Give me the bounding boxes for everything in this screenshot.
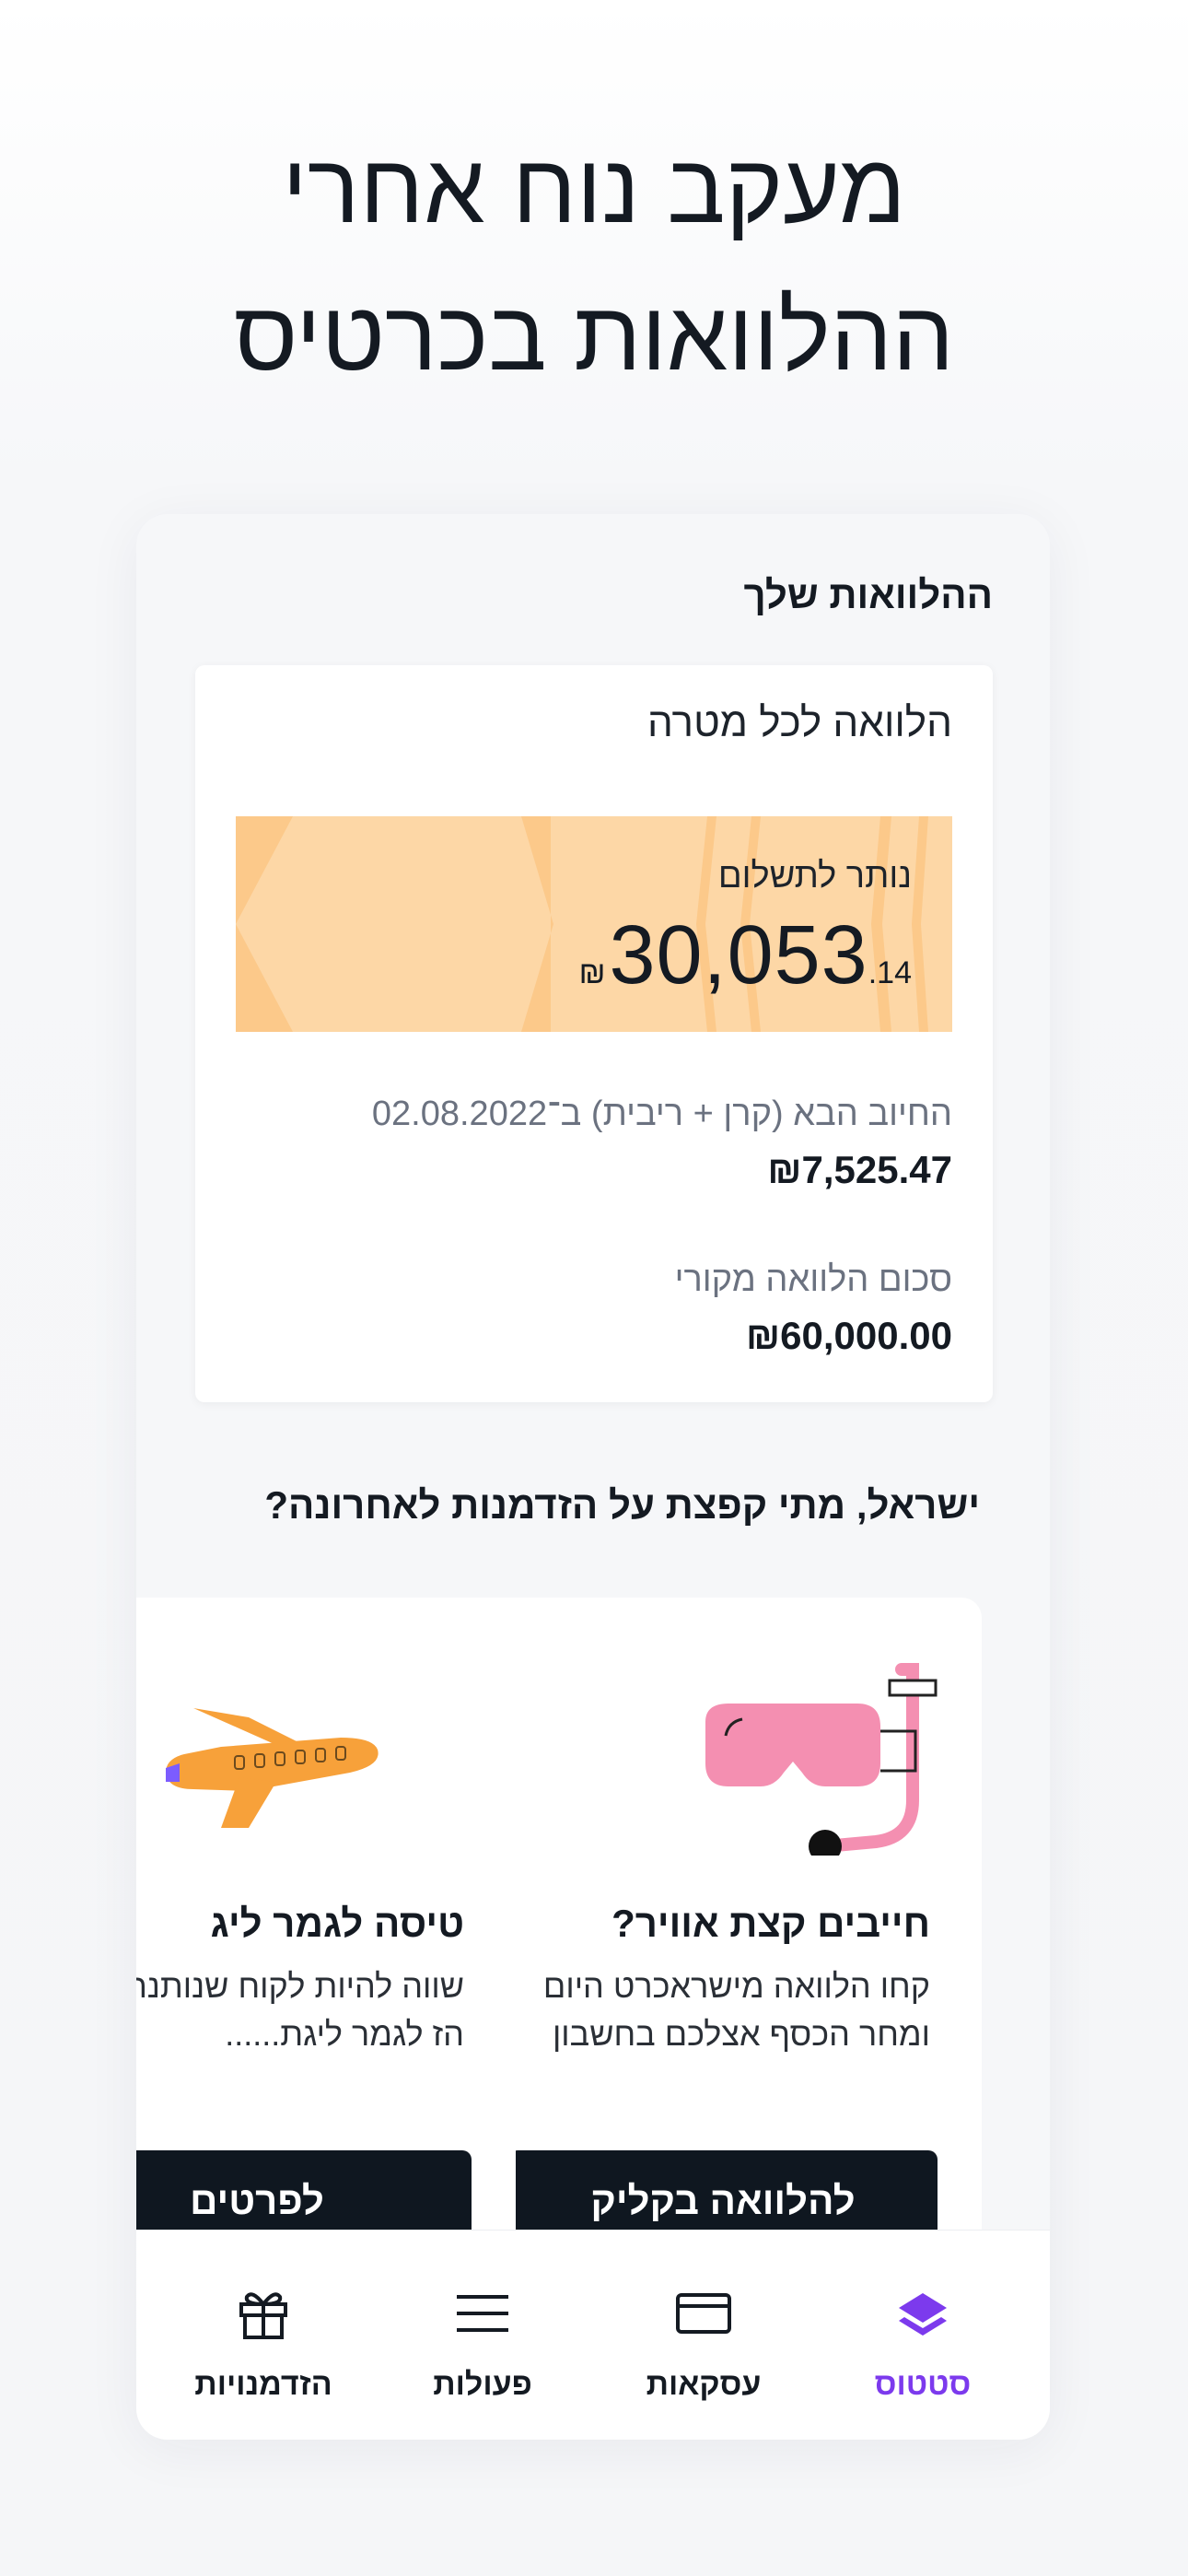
- opportunity-card-loan[interactable]: חייבים קצת אוויר? קחו הלוואה מישראכרט הי…: [466, 1598, 982, 2298]
- card-icon: [676, 2293, 731, 2334]
- gift-icon: [239, 2292, 287, 2339]
- opportunity-card-flight[interactable]: טיסה לגמר ליג שווה להיות לקוח שנותנת לכם…: [136, 1598, 516, 2298]
- next-charge-label: החיוב הבא (קרן + ריבית) ב־02.08.2022: [371, 1095, 952, 1133]
- tab-actions[interactable]: פעולות: [381, 2231, 584, 2440]
- bottom-tab-bar: סטטוס עסקאות פעולות הזדמנויות: [136, 2230, 1050, 2440]
- airplane-icon: [166, 1708, 379, 1828]
- tab-label: עסקאות: [646, 2367, 762, 2402]
- loans-section-title: ההלוואות שלך: [743, 573, 993, 616]
- loan-name: הלוואה לכל מטרה: [646, 700, 952, 745]
- loan-card[interactable]: הלוואה לכל מטרה נותר לתשלום ₪ 30,053 .14…: [195, 665, 993, 1402]
- original-amount-label: סכום הלוואה מקורי: [674, 1260, 952, 1299]
- app-screen: ההלוואות שלך הלוואה לכל מטרה נותר לתשלום…: [136, 514, 1050, 2440]
- tab-opportunities[interactable]: הזדמנויות: [162, 2231, 365, 2440]
- tab-transactions[interactable]: עסקאות: [602, 2231, 805, 2440]
- remaining-label: נותר לתשלום: [717, 857, 912, 896]
- opportunity-title: טיסה לגמר ליג: [210, 1902, 464, 1945]
- layers-icon: [899, 2293, 947, 2336]
- snorkel-mask-icon: [705, 1663, 938, 1856]
- next-charge-value: ₪7,525.47: [767, 1148, 952, 1191]
- remaining-amount: ₪ 30,053 .14: [579, 908, 912, 1003]
- remaining-currency: ₪: [578, 955, 606, 990]
- remaining-integer: 30,053: [609, 909, 868, 1001]
- headline-line-1: מעקב נוח אחרי: [282, 135, 906, 243]
- opportunities-title: ישראל, מתי קפצת על הזדמנות לאחרונה?: [264, 1483, 980, 1527]
- headline: מעקב נוח אחרי ההלוואות בכרטיס: [0, 115, 1188, 410]
- remaining-balance-banner: נותר לתשלום ₪ 30,053 .14: [236, 816, 952, 1032]
- opportunity-title: חייבים קצת אוויר?: [611, 1902, 930, 1945]
- headline-line-2: ההלוואות בכרטיס: [233, 282, 955, 391]
- remaining-decimal: .14: [868, 955, 912, 990]
- tab-label: הזדמנויות: [194, 2367, 332, 2402]
- menu-icon: [457, 2295, 508, 2332]
- opportunity-body: קחו הלוואה מישראכרט היום ומחר הכסף אצלכם…: [542, 1967, 930, 2053]
- opportunity-body: שווה להיות לקוח שנותנת לכם הז לגמר ליגת.…: [136, 1967, 464, 2053]
- tab-label: פעולות: [433, 2367, 532, 2402]
- tab-status[interactable]: סטטוס: [821, 2231, 1024, 2440]
- original-amount-value: ₪60,000.00: [746, 1314, 952, 1357]
- tab-label: סטטוס: [874, 2367, 972, 2402]
